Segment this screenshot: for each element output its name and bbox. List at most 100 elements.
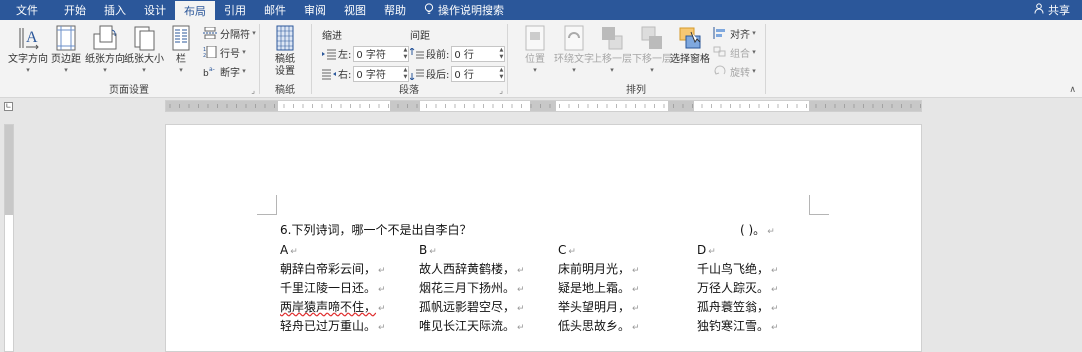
margins-button[interactable]: 页边距 ▾	[51, 24, 81, 74]
orientation-button[interactable]: 纸张方向 ▾	[85, 24, 125, 74]
poem-line: 孤帆远影碧空尽， ↵	[419, 300, 525, 314]
tab-insert[interactable]: 插入	[95, 0, 135, 20]
collapse-ribbon-icon[interactable]: ∧	[1069, 85, 1076, 95]
spacing-before-icon	[410, 47, 424, 58]
crop-mark	[257, 195, 277, 215]
lightbulb-icon	[424, 2, 434, 18]
poem-line: 独钓寒江雪。 ↵	[697, 319, 779, 333]
text-direction-icon: A	[19, 28, 39, 50]
rotate-icon	[714, 65, 726, 75]
tab-view[interactable]: 视图	[335, 0, 375, 20]
share-button[interactable]: 共享	[1034, 0, 1070, 20]
position-icon	[525, 25, 545, 51]
manuscript-settings-button[interactable]: 稿纸 设置	[272, 24, 298, 78]
group-objects-icon	[713, 46, 726, 57]
indent-right-input[interactable]: 0 字符 ▲ ▼	[353, 65, 410, 82]
vertical-ruler[interactable]	[4, 124, 14, 352]
line-numbers-label: 行号	[220, 48, 240, 60]
poem-line: 烟花三月下扬州。 ↵	[419, 281, 525, 295]
hyphenation-button[interactable]: b a- 断字 ▾	[203, 63, 246, 79]
rotate-button[interactable]: 旋转 ▾	[713, 63, 756, 79]
tab-references[interactable]: 引用	[215, 0, 255, 20]
tab-layout[interactable]: 布局	[175, 1, 215, 20]
option-b: B ↵ 故人西辞黄鹤楼， ↵ 烟花三月下扬州。 ↵ 孤帆远影碧空尽， ↵ 唯见长江天际流…	[419, 241, 525, 336]
option-a: A ↵ 朝辞白帝彩云间， ↵ 千里江陵一日还。 ↵ 两岸猿声啼不住， ↵ 轻舟已过万重山…	[280, 241, 386, 336]
page-setup-group: A 文字方向 ▾ 页边距 ▾ 纸张方向 ▾ 纸张大小 ▾ 栏 ▾ 分隔符 ▾ 1…	[0, 20, 258, 98]
tab-file[interactable]: 文件	[0, 0, 55, 20]
poem-line: 低头思故乡。 ↵	[558, 319, 640, 333]
manuscript-group: 稿纸 设置 稿纸	[260, 20, 310, 98]
poem-line: 床前明月光， ↵	[558, 262, 640, 276]
breaks-button[interactable]: 分隔符 ▾	[203, 25, 256, 41]
tab-review[interactable]: 审阅	[295, 0, 335, 20]
rotate-label: 旋转	[730, 67, 750, 79]
tab-design[interactable]: 设计	[135, 0, 175, 20]
indent-right-icon	[322, 69, 336, 79]
person-icon	[1034, 3, 1045, 17]
group-divider	[765, 24, 766, 94]
send-backward-button[interactable]: 下移一层 ▾	[632, 24, 672, 74]
tab-mailings[interactable]: 邮件	[255, 0, 295, 20]
tell-me-search[interactable]: 操作说明搜索	[415, 0, 513, 20]
line-numbers-button[interactable]: 12 行号 ▾	[203, 44, 246, 60]
position-label: 位置	[525, 54, 545, 65]
spacing-before-input[interactable]: 0 行 ▲ ▼	[451, 45, 506, 62]
poem-line: 疑是地上霜。 ↵	[558, 281, 640, 295]
bring-forward-icon	[602, 27, 623, 50]
chevron-down-icon: ▾	[26, 66, 30, 74]
send-backward-label: 下移一层	[632, 54, 672, 65]
poem-line: 朝辞白帝彩云间， ↵	[280, 262, 386, 276]
breaks-label: 分隔符	[220, 29, 250, 41]
ribbon: A 文字方向 ▾ 页边距 ▾ 纸张方向 ▾ 纸张大小 ▾ 栏 ▾ 分隔符 ▾ 1…	[0, 20, 1082, 98]
horizontal-ruler[interactable]	[165, 100, 922, 112]
ruler-ticks	[169, 104, 921, 108]
option-d: D ↵ 千山鸟飞绝， ↵ 万径人踪灭。 ↵ 孤舟蓑笠翁， ↵ 独钓寒江雪。 ↵	[697, 241, 779, 336]
indent-heading: 缩进	[322, 31, 342, 42]
align-button[interactable]: 对齐 ▾	[713, 25, 756, 41]
selection-pane-label: 选择窗格	[670, 54, 710, 65]
orientation-icon	[93, 25, 117, 50]
columns-icon	[172, 25, 190, 51]
chevron-down-icon: ▾	[179, 66, 183, 74]
spacing-after-input[interactable]: 0 行 ▲ ▼	[451, 65, 506, 82]
page-size-icon	[134, 26, 155, 51]
document-page[interactable]: 6.下列诗词，哪一个不是出自李白？ ( )。 ↵ A ↵ 朝辞白帝彩云间， ↵ 千里江…	[165, 124, 922, 352]
breaks-icon	[203, 27, 217, 39]
selection-pane-button[interactable]: 选择窗格	[670, 24, 710, 66]
tab-help[interactable]: 帮助	[375, 0, 415, 20]
position-button[interactable]: 位置 ▾	[522, 24, 548, 74]
align-icon	[713, 27, 725, 39]
ribbon-tab-bar: 文件 开始 插入 设计 布局 引用 邮件 审阅 视图 帮助 操作说明搜索 共享	[0, 0, 1082, 20]
svg-text:a-: a-	[209, 66, 215, 73]
option-letter: A ↵	[280, 243, 298, 257]
indent-left-control: 左: 0 字符 ▲ ▼	[322, 45, 410, 62]
poem-line: 孤舟蓑笠翁， ↵	[697, 300, 779, 314]
columns-button[interactable]: 栏 ▾	[168, 24, 194, 74]
dialog-launcher-icon[interactable]: ⌟	[251, 86, 255, 95]
svg-text:2: 2	[203, 53, 206, 58]
hyphenation-label: 断字	[220, 67, 240, 79]
option-letter: C ↵	[558, 243, 576, 257]
margins-icon	[56, 25, 76, 51]
bring-forward-button[interactable]: 上移一层 ▾	[592, 24, 632, 74]
group-button[interactable]: 组合 ▾	[713, 44, 756, 60]
chevron-down-icon: ▾	[572, 66, 576, 74]
dialog-launcher-icon[interactable]: ⌟	[499, 86, 503, 95]
selection-pane-icon	[679, 27, 701, 49]
tab-home[interactable]: 开始	[55, 0, 95, 20]
text-direction-button[interactable]: A 文字方向 ▾	[8, 24, 48, 74]
line-numbers-icon: 12	[203, 46, 217, 58]
wrap-text-icon	[564, 25, 584, 51]
tab-selector[interactable]: ∟	[4, 102, 13, 111]
indent-right-control: 右: 0 字符 ▲ ▼	[322, 65, 410, 82]
wrap-text-button[interactable]: 环绕文字 ▾	[554, 24, 594, 74]
share-label: 共享	[1048, 4, 1070, 17]
option-letter: D ↵	[697, 243, 716, 257]
size-button[interactable]: 纸张大小 ▾	[124, 24, 164, 74]
spacing-after-control: 段后: 0 行 ▲ ▼	[410, 65, 506, 82]
manuscript-settings-label: 稿纸 设置	[275, 54, 295, 77]
indent-left-input[interactable]: 0 字符 ▲ ▼	[353, 45, 410, 62]
spacing-before-control: 段前: 0 行 ▲ ▼	[410, 45, 506, 62]
chevron-down-icon: ▾	[103, 66, 107, 74]
tell-me-label: 操作说明搜索	[438, 4, 504, 17]
